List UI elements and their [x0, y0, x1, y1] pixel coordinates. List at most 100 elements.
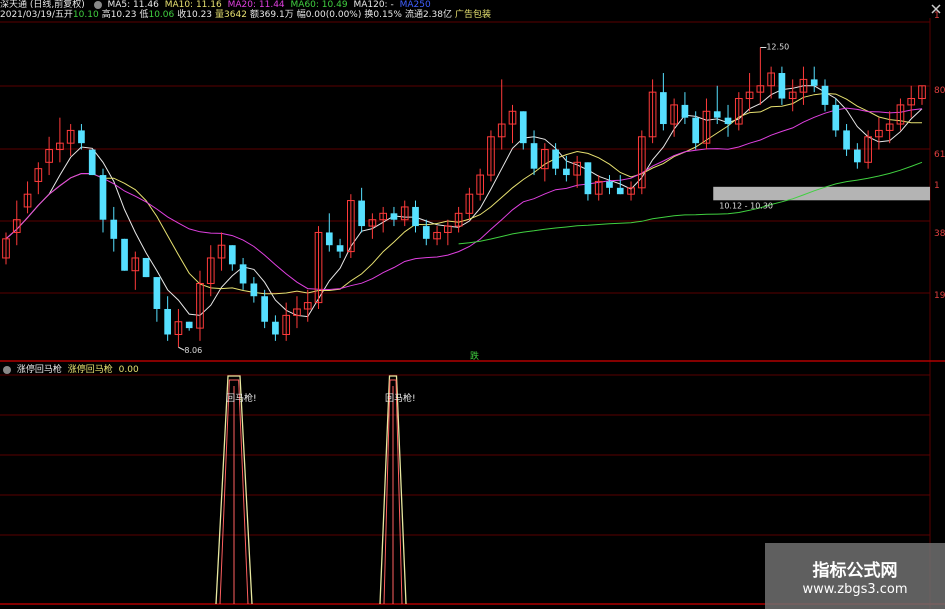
- candle: [487, 130, 495, 182]
- candle: [88, 149, 96, 176]
- ma60-value: MA60: 10.49: [290, 0, 348, 10]
- candle: [573, 155, 581, 188]
- candle: [443, 219, 452, 246]
- candle: [896, 98, 905, 131]
- ma20-value: MA20: 11.44: [227, 0, 285, 10]
- close-icon[interactable]: [927, 0, 945, 18]
- candle-body: [272, 321, 279, 335]
- candle: [660, 73, 667, 131]
- candle: [519, 111, 527, 150]
- candle-body: [832, 104, 840, 131]
- candle-body: [810, 79, 818, 86]
- candle: [261, 289, 268, 329]
- indicator-name-2: 涨停回马枪: [67, 365, 113, 375]
- candle-body: [88, 149, 96, 176]
- volume: 量3642: [215, 10, 247, 20]
- candle-body: [606, 181, 613, 188]
- candle: [637, 130, 646, 195]
- ma120-value: MA120: -: [353, 0, 394, 10]
- candle-body: [261, 296, 268, 322]
- candle: [497, 79, 506, 150]
- stock-chart[interactable]: 180611381912.508.0610.12 - 10.30跌 回马枪! 回马…: [0, 0, 945, 609]
- candle: [250, 277, 258, 303]
- candle: [584, 162, 592, 201]
- candle-body: [153, 277, 161, 309]
- indicator-panel: 回马枪! 回马枪!: [215, 375, 416, 605]
- candle: [810, 66, 818, 93]
- candle: [594, 175, 603, 201]
- candle: [508, 104, 517, 144]
- candle: [552, 143, 559, 176]
- candle: [45, 136, 53, 176]
- candle: [864, 130, 872, 169]
- candle: [228, 245, 236, 271]
- candle-body: [390, 213, 398, 220]
- candle-body: [778, 73, 786, 99]
- candle: [206, 245, 215, 297]
- candle: [821, 79, 829, 112]
- ma10-value: MA10: 11.16: [164, 0, 222, 10]
- signal-label: 跌: [470, 351, 479, 362]
- axis-label: 61: [934, 150, 945, 160]
- date: 2021/03/19/五: [0, 10, 64, 20]
- candle: [23, 181, 32, 214]
- candle: [907, 85, 916, 118]
- indicator-signal-text: 回马枪!: [226, 392, 257, 404]
- indicator-settings-icon[interactable]: [3, 365, 11, 374]
- candle: [217, 232, 226, 271]
- candle: [832, 98, 840, 137]
- candle: [358, 187, 365, 233]
- candle: [131, 251, 140, 290]
- amount: 额369.1万: [249, 10, 294, 20]
- candle: [648, 79, 657, 144]
- indicator-name[interactable]: 涨停回马枪: [17, 365, 62, 375]
- candle-body: [358, 200, 365, 227]
- ma5-value: MA5: 11.46: [107, 0, 159, 10]
- open-label: 开: [63, 10, 73, 20]
- candle: [713, 85, 721, 125]
- settings-icon[interactable]: [93, 0, 102, 9]
- indicator-value: 0.00: [118, 365, 139, 375]
- candle: [670, 98, 678, 137]
- candle: [875, 117, 883, 150]
- band-label: 10.12 - 10.30: [719, 201, 773, 210]
- candle: [400, 200, 409, 227]
- candle: [563, 155, 570, 182]
- candle-body: [99, 175, 107, 220]
- candle-body: [250, 283, 258, 297]
- ma60-line: [458, 161, 923, 245]
- candle: [368, 213, 377, 239]
- candle: [412, 200, 419, 233]
- candle-body: [412, 206, 419, 227]
- candle: [99, 168, 107, 233]
- candle-body: [325, 232, 333, 246]
- candle: [606, 175, 613, 195]
- candle: [778, 66, 786, 105]
- close-value: 10.23: [186, 10, 213, 20]
- candle: [314, 226, 323, 309]
- candle-body: [185, 321, 193, 329]
- candle-body: [681, 104, 689, 118]
- turnover: 换0.15%: [364, 10, 402, 20]
- candle: [422, 219, 430, 246]
- candle: [724, 104, 732, 137]
- axis-label: 38: [934, 229, 945, 239]
- candle: [110, 206, 118, 252]
- candle: [347, 194, 355, 258]
- candle-body: [713, 111, 721, 118]
- watermark-url: www.zbgs3.com: [802, 582, 908, 597]
- candle: [390, 206, 398, 227]
- candle-body: [692, 117, 700, 144]
- candle-body: [724, 117, 732, 125]
- indicator-signal-text: 回马枪!: [385, 392, 416, 404]
- candle: [379, 206, 388, 233]
- candle-body: [228, 245, 236, 265]
- float-shares: 流通2.38亿: [404, 10, 452, 20]
- candle: [303, 289, 312, 322]
- candle: [788, 79, 797, 112]
- open-value: 10.10: [72, 10, 99, 20]
- candle-body: [110, 219, 118, 239]
- low-value: 10.06: [148, 10, 175, 20]
- close-label: 收: [177, 10, 187, 20]
- candle: [153, 277, 161, 322]
